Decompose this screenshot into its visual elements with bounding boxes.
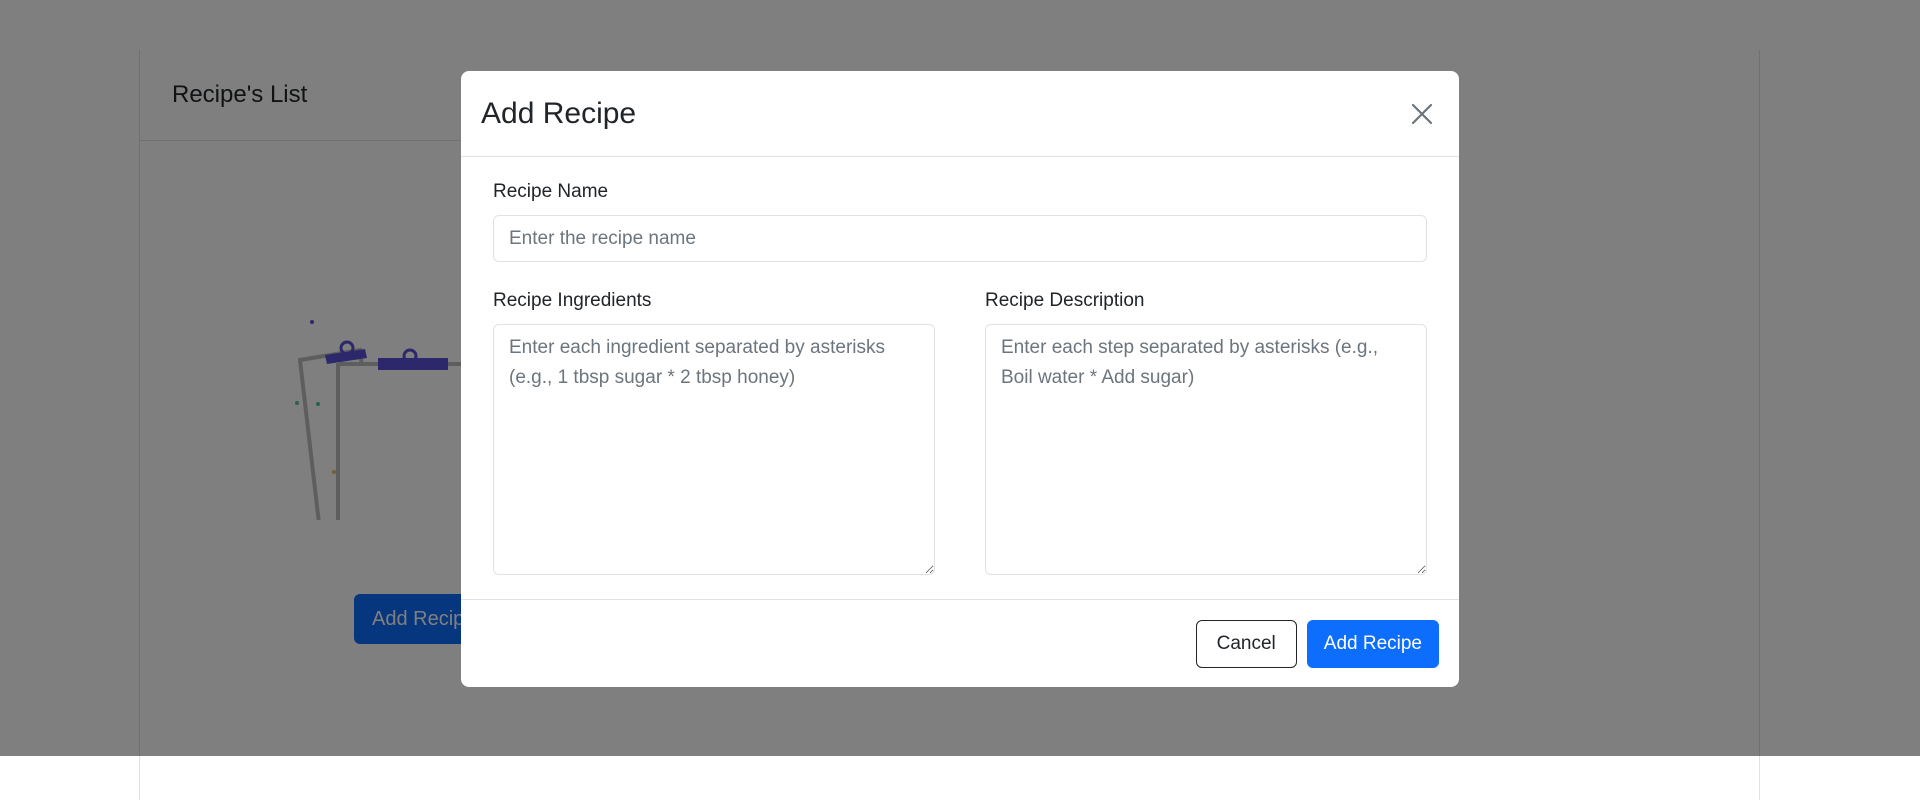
- recipe-description-textarea[interactable]: [985, 324, 1427, 575]
- recipe-name-input[interactable]: [493, 215, 1427, 262]
- cancel-button[interactable]: Cancel: [1195, 619, 1297, 668]
- recipe-ingredients-textarea[interactable]: [493, 324, 935, 575]
- recipe-details-row: Recipe Ingredients Recipe Description: [493, 290, 1427, 580]
- modal-footer: Cancel Add Recipe: [461, 599, 1459, 687]
- close-button[interactable]: [1405, 97, 1439, 131]
- modal-body: Recipe Name Recipe Ingredients Recipe De…: [461, 157, 1459, 580]
- viewport: Recipe's List Add: [0, 0, 1920, 800]
- modal-title: Add Recipe: [481, 96, 637, 130]
- recipe-description-label: Recipe Description: [985, 290, 1145, 311]
- ingredients-column: Recipe Ingredients: [493, 290, 935, 580]
- add-recipe-submit-button[interactable]: Add Recipe: [1306, 619, 1439, 668]
- modal-header: Add Recipe: [461, 71, 1459, 157]
- recipe-name-label: Recipe Name: [493, 181, 609, 202]
- description-column: Recipe Description: [985, 290, 1427, 580]
- recipe-ingredients-label: Recipe Ingredients: [493, 290, 652, 311]
- add-recipe-modal: Add Recipe Recipe Name Recipe Ingredient…: [461, 71, 1459, 687]
- close-icon: [1411, 103, 1433, 124]
